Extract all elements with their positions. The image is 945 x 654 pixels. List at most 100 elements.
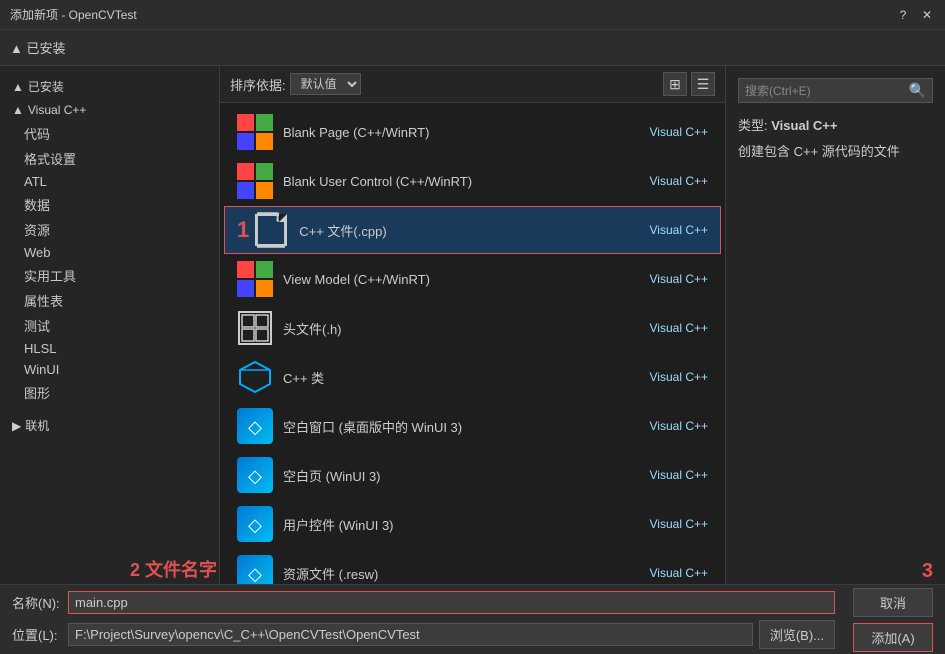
sidebar-item-test[interactable]: 测试 — [0, 313, 219, 338]
installed-arrow: ▲ — [12, 80, 24, 94]
title-bar: 添加新项 - OpenCVTest ? ✕ — [0, 0, 945, 30]
template-icon-resw: ◇ — [237, 555, 273, 584]
grid-view-button[interactable]: ⊞ — [663, 72, 687, 96]
template-type-cpp: Visual C++ — [650, 223, 708, 237]
template-icon-winui3: ◇ — [237, 506, 273, 542]
main-area: ▲ 已安装 ▲ Visual C++ 代码 格式设置 ATL 数据 资源 Web… — [0, 66, 945, 584]
left-panel: ▲ 已安装 ▲ Visual C++ 代码 格式设置 ATL 数据 资源 Web… — [0, 66, 220, 584]
title-controls: ? ✕ — [895, 7, 935, 23]
center-panel: 排序依据: 默认值 ⊞ ☰ Bla — [220, 66, 725, 584]
template-name: Blank User Control (C++/WinRT) — [283, 174, 650, 189]
sidebar-item-winui[interactable]: WinUI — [0, 359, 219, 380]
template-name: 空白页 (WinUI 3) — [283, 466, 650, 485]
annotation-3: 3 — [922, 560, 933, 583]
bottom-fields: 名称(N): 位置(L): 浏览(B)... — [12, 591, 835, 649]
location-field: 位置(L): 浏览(B)... — [12, 620, 835, 649]
sidebar-item-property[interactable]: 属性表 — [0, 288, 219, 313]
sidebar-item-resource[interactable]: 资源 — [0, 217, 219, 242]
sidebar-item-code[interactable]: 代码 — [0, 121, 219, 146]
template-list: Blank Page (C++/WinRT) Visual C++ Blank … — [220, 103, 725, 584]
add-button[interactable]: 添加(A) — [853, 623, 933, 652]
annotation-1: 1 — [237, 217, 249, 243]
help-button[interactable]: ? — [895, 7, 911, 23]
template-type: Visual C++ — [650, 125, 708, 139]
template-item[interactable]: ◇ 资源文件 (.resw) Visual C++ — [224, 549, 721, 584]
list-view-button[interactable]: ☰ — [691, 72, 715, 96]
template-item[interactable]: Blank User Control (C++/WinRT) Visual C+… — [224, 157, 721, 205]
template-icon-winui2: ◇ — [237, 457, 273, 493]
template-item[interactable]: 头文件(.h) Visual C++ — [224, 304, 721, 352]
template-icon-header — [237, 310, 273, 346]
template-type: Visual C++ — [650, 566, 708, 580]
template-item[interactable]: ◇ 空白窗口 (桌面版中的 WinUI 3) Visual C++ — [224, 402, 721, 450]
template-name: 头文件(.h) — [283, 319, 650, 338]
template-icon-winui1: ◇ — [237, 408, 273, 444]
bottom-bar: 名称(N): 位置(L): 浏览(B)... 3 取消 添加(A) — [0, 584, 945, 654]
template-item[interactable]: ◇ 用户控件 (WinUI 3) Visual C++ — [224, 500, 721, 548]
location-input[interactable] — [68, 623, 753, 646]
svg-text:◇: ◇ — [248, 515, 262, 535]
search-icon[interactable]: 🔍 — [909, 82, 926, 99]
template-name: C++ 类 — [283, 368, 650, 387]
template-type: Visual C++ — [650, 419, 708, 433]
template-name: 空白窗口 (桌面版中的 WinUI 3) — [283, 417, 650, 436]
template-type: Visual C++ — [650, 370, 708, 384]
online-label: 联机 — [25, 417, 49, 434]
type-label: 类型: — [738, 118, 768, 133]
sidebar-item-graphics[interactable]: 图形 — [0, 380, 219, 405]
toolbar: ▲ 已安装 — [0, 30, 945, 66]
browse-button[interactable]: 浏览(B)... — [759, 620, 835, 649]
template-icon-grid2 — [237, 163, 273, 199]
type-description: 创建包含 C++ 源代码的文件 — [738, 142, 933, 162]
visual-cpp-group[interactable]: ▲ Visual C++ — [0, 99, 219, 121]
sort-label: 排序依据: — [230, 75, 286, 94]
template-type: Visual C++ — [650, 321, 708, 335]
sidebar-item-atl[interactable]: ATL — [0, 171, 219, 192]
installed-label: 已安装 — [28, 78, 64, 95]
search-placeholder: 搜索(Ctrl+E) — [745, 82, 905, 99]
online-section[interactable]: ▶ 联机 — [0, 413, 219, 438]
template-type: Visual C++ — [650, 468, 708, 482]
template-name: 用户控件 (WinUI 3) — [283, 515, 650, 534]
template-icon-viewmodel — [237, 261, 273, 297]
sidebar-item-utility[interactable]: 实用工具 — [0, 263, 219, 288]
template-item[interactable]: View Model (C++/WinRT) Visual C++ — [224, 255, 721, 303]
visual-cpp-label: Visual C++ — [28, 103, 86, 117]
sidebar-item-data[interactable]: 数据 — [0, 192, 219, 217]
installed-section-label: ▲ 已安装 — [10, 38, 65, 57]
template-name: View Model (C++/WinRT) — [283, 272, 650, 287]
right-panel: 搜索(Ctrl+E) 🔍 类型: Visual C++ 创建包含 C++ 源代码… — [725, 66, 945, 584]
sidebar-item-format[interactable]: 格式设置 — [0, 146, 219, 171]
template-name-cpp: C++ 文件(.cpp) — [299, 221, 649, 240]
name-label: 名称(N): — [12, 593, 62, 612]
bottom-buttons: 3 取消 添加(A) — [853, 588, 933, 652]
visual-cpp-arrow: ▲ — [12, 103, 24, 117]
template-name: 资源文件 (.resw) — [283, 564, 650, 583]
template-name: Blank Page (C++/WinRT) — [283, 125, 650, 140]
template-item-cpp[interactable]: 1 C++ 文件(.cpp) Visual C++ — [224, 206, 721, 254]
svg-text:◇: ◇ — [248, 417, 262, 437]
cancel-button[interactable]: 取消 — [853, 588, 933, 617]
title-text: 添加新项 - OpenCVTest — [10, 6, 137, 23]
type-value: Visual C++ — [771, 118, 837, 133]
svg-text:◇: ◇ — [248, 564, 262, 584]
template-type: Visual C++ — [650, 517, 708, 531]
template-icon-cpp — [253, 212, 289, 248]
name-field: 名称(N): — [12, 591, 835, 614]
location-label: 位置(L): — [12, 625, 62, 644]
template-item[interactable]: ◇ 空白页 (WinUI 3) Visual C++ — [224, 451, 721, 499]
view-icons: ⊞ ☰ — [663, 72, 715, 96]
online-arrow: ▶ — [12, 419, 21, 433]
sidebar-item-hlsl[interactable]: HLSL — [0, 338, 219, 359]
close-button[interactable]: ✕ — [919, 7, 935, 23]
template-icon-class — [237, 359, 273, 395]
template-item[interactable]: C++ 类 Visual C++ — [224, 353, 721, 401]
svg-text:◇: ◇ — [248, 466, 262, 486]
template-icon-grid — [237, 114, 273, 150]
sort-select[interactable]: 默认值 — [290, 73, 361, 95]
installed-section: ▲ 已安装 — [0, 74, 219, 99]
name-input[interactable] — [68, 591, 835, 614]
template-item[interactable]: Blank Page (C++/WinRT) Visual C++ — [224, 108, 721, 156]
template-type: Visual C++ — [650, 272, 708, 286]
sidebar-item-web[interactable]: Web — [0, 242, 219, 263]
